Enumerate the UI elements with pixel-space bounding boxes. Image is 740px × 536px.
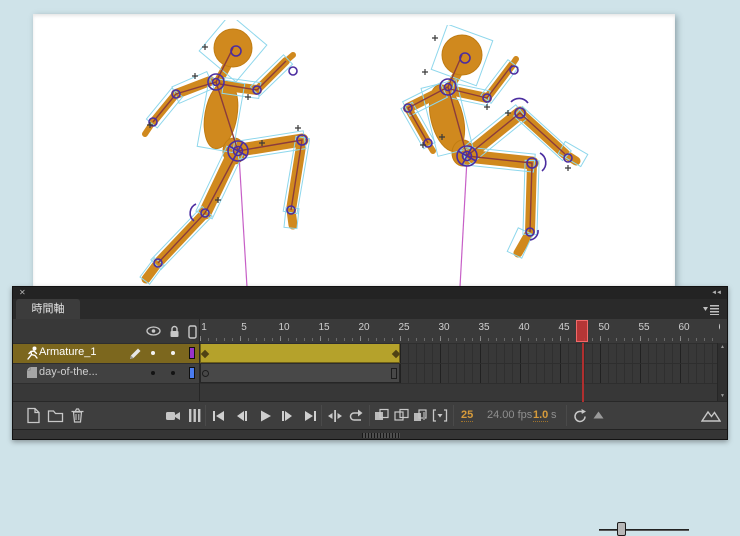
ruler-label: 60 <box>678 322 690 333</box>
ik-pin-line <box>459 158 468 288</box>
frame-ruler[interactable]: 15101520253035404550556065 <box>200 319 720 343</box>
panel-tab-row: 時間軸 <box>13 299 727 319</box>
stage-canvas[interactable] <box>33 14 675 290</box>
armature-figure-right[interactable] <box>390 25 590 290</box>
frames-row-armature[interactable] <box>200 343 717 363</box>
static-frame-span[interactable] <box>200 363 400 383</box>
zoom-out-triangle-icon[interactable] <box>593 411 604 419</box>
layer-lock-dot[interactable] <box>171 351 175 355</box>
scroll-up-icon[interactable]: ▲ <box>718 343 727 352</box>
frame-ticks-major <box>200 336 720 341</box>
column-divider[interactable] <box>199 319 200 401</box>
ruler-label: 50 <box>598 322 610 333</box>
bone-joints-left[interactable] <box>148 45 310 268</box>
ruler-label: 40 <box>518 322 530 333</box>
layer-row-armature[interactable]: Armature_1 <box>13 343 200 363</box>
scroll-down-icon[interactable]: ▼ <box>718 392 727 401</box>
frame-rate-label[interactable]: 24.00 fps <box>487 409 532 421</box>
onion-skin-button[interactable] <box>373 407 390 424</box>
ik-pin-line <box>238 154 248 288</box>
ruler-label: 35 <box>478 322 490 333</box>
collapse-panel-icon[interactable]: ◄◄ <box>711 287 722 299</box>
edit-multiple-frames-button[interactable] <box>412 407 429 424</box>
ruler-label: 10 <box>278 322 290 333</box>
frames-row-symbol[interactable] <box>200 363 717 383</box>
armature-pose-span[interactable] <box>200 343 401 363</box>
layer-depth-icon[interactable] <box>187 407 202 424</box>
loop-playback-button[interactable] <box>348 407 366 424</box>
span-end-marker[interactable] <box>391 368 397 379</box>
editing-pencil-icon <box>130 348 141 359</box>
panel-resize-grip[interactable] <box>362 433 400 438</box>
step-forward-button[interactable] <box>279 407 296 424</box>
ruler-label: 15 <box>318 322 330 333</box>
playhead-marker[interactable] <box>576 320 588 342</box>
timeline-toolbar: 25 24.00 fps 1.0 s <box>13 401 727 536</box>
figure-body-right[interactable] <box>403 34 581 258</box>
armature-figure-left[interactable] <box>130 20 310 290</box>
timeline-panel: ✕ ◄◄ 時間軸 15101520253035404550556065 <box>12 286 728 536</box>
playhead-line[interactable] <box>582 343 584 402</box>
step-back-button[interactable] <box>233 407 250 424</box>
ruler-label: 25 <box>398 322 410 333</box>
panel-bottom-strip <box>13 429 727 439</box>
modify-onion-markers-button[interactable] <box>431 407 449 424</box>
running-man-icon <box>27 346 38 360</box>
row-divider <box>13 343 727 344</box>
outline-color-icon[interactable] <box>188 325 197 339</box>
row-divider <box>13 363 727 364</box>
layer-outline-swatch[interactable] <box>189 347 195 359</box>
goto-first-frame-button[interactable] <box>210 407 227 424</box>
center-frame-button[interactable] <box>326 407 344 424</box>
layer-name: Armature_1 <box>39 346 97 358</box>
tab-timeline[interactable]: 時間軸 <box>16 299 80 319</box>
goto-last-frame-button[interactable] <box>302 407 319 424</box>
ruler-label: 20 <box>358 322 370 333</box>
new-folder-button[interactable] <box>47 407 64 424</box>
close-icon[interactable]: ✕ <box>19 287 26 299</box>
layer-outline-swatch[interactable] <box>189 367 195 379</box>
current-frame-field[interactable]: 25 <box>461 409 474 422</box>
new-layer-button[interactable] <box>25 407 42 424</box>
toolbar-separator <box>453 405 454 426</box>
ruler-label: 1 <box>201 322 207 333</box>
frame-grid-empty <box>200 383 717 401</box>
toolbar-separator <box>205 405 206 426</box>
zoom-in-mountains-icon[interactable] <box>701 407 721 424</box>
layer-visible-dot[interactable] <box>151 371 155 375</box>
timeline-zoom-slider-track[interactable] <box>599 529 689 531</box>
panel-drag-bar[interactable]: ✕ ◄◄ <box>13 287 727 299</box>
layer-scrollbar[interactable]: ▲ ▼ <box>718 343 727 401</box>
toolbar-separator <box>369 405 370 426</box>
layer-name: day-of-the... <box>39 366 98 378</box>
onion-skin-outlines-button[interactable] <box>393 407 410 424</box>
lock-icon[interactable] <box>168 325 181 338</box>
timeline-zoom-slider-thumb[interactable] <box>617 522 626 536</box>
flash-workspace: { "panel": { "tab_label": "時間軸", "close_… <box>0 0 740 536</box>
layer-row-symbol[interactable]: day-of-the... <box>13 363 200 383</box>
layer-visible-dot[interactable] <box>151 351 155 355</box>
keyframe-diamond[interactable] <box>391 349 401 359</box>
layer-header <box>13 319 200 343</box>
elapsed-time-field[interactable]: 1.0 <box>533 409 549 422</box>
row-divider <box>13 383 727 384</box>
ruler-label: 30 <box>438 322 450 333</box>
keyframe-diamond[interactable] <box>200 349 210 359</box>
ruler-label: 55 <box>638 322 650 333</box>
visibility-eye-icon[interactable] <box>146 325 161 337</box>
ruler-label: 5 <box>241 322 247 333</box>
ruler-label: 45 <box>558 322 570 333</box>
toolbar-separator <box>566 405 567 426</box>
elapsed-time-unit: s <box>551 409 557 421</box>
symbol-layer-icon <box>27 367 37 378</box>
play-button[interactable] <box>256 407 273 424</box>
delete-layer-button[interactable] <box>69 407 86 424</box>
reset-timeline-zoom-button[interactable] <box>571 407 589 425</box>
empty-keyframe-circle[interactable] <box>202 370 209 377</box>
ruler-label: 65 <box>718 322 720 333</box>
camera-button[interactable] <box>165 407 182 424</box>
layer-lock-dot[interactable] <box>171 371 175 375</box>
toolbar-separator <box>321 405 322 426</box>
panel-menu-icon[interactable] <box>703 304 719 315</box>
